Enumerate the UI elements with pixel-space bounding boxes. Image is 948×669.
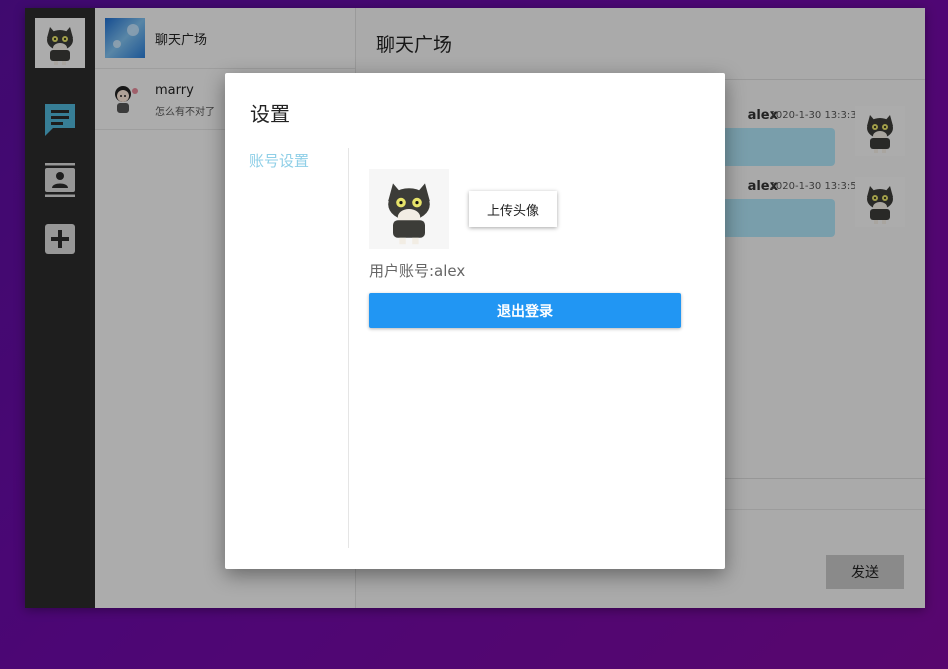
profile-avatar bbox=[369, 169, 449, 249]
account-id-label: 用户账号:alex bbox=[369, 262, 466, 280]
upload-avatar-button[interactable]: 上传头像 bbox=[469, 191, 557, 227]
settings-dialog: 设置 账号设置 上传头像 用户账号:alex 退出登录 bbox=[225, 73, 725, 569]
divider bbox=[348, 148, 349, 548]
dialog-title: 设置 bbox=[250, 102, 290, 126]
logout-button[interactable]: 退出登录 bbox=[369, 293, 681, 328]
menu-item-account-settings[interactable]: 账号设置 bbox=[249, 150, 309, 171]
